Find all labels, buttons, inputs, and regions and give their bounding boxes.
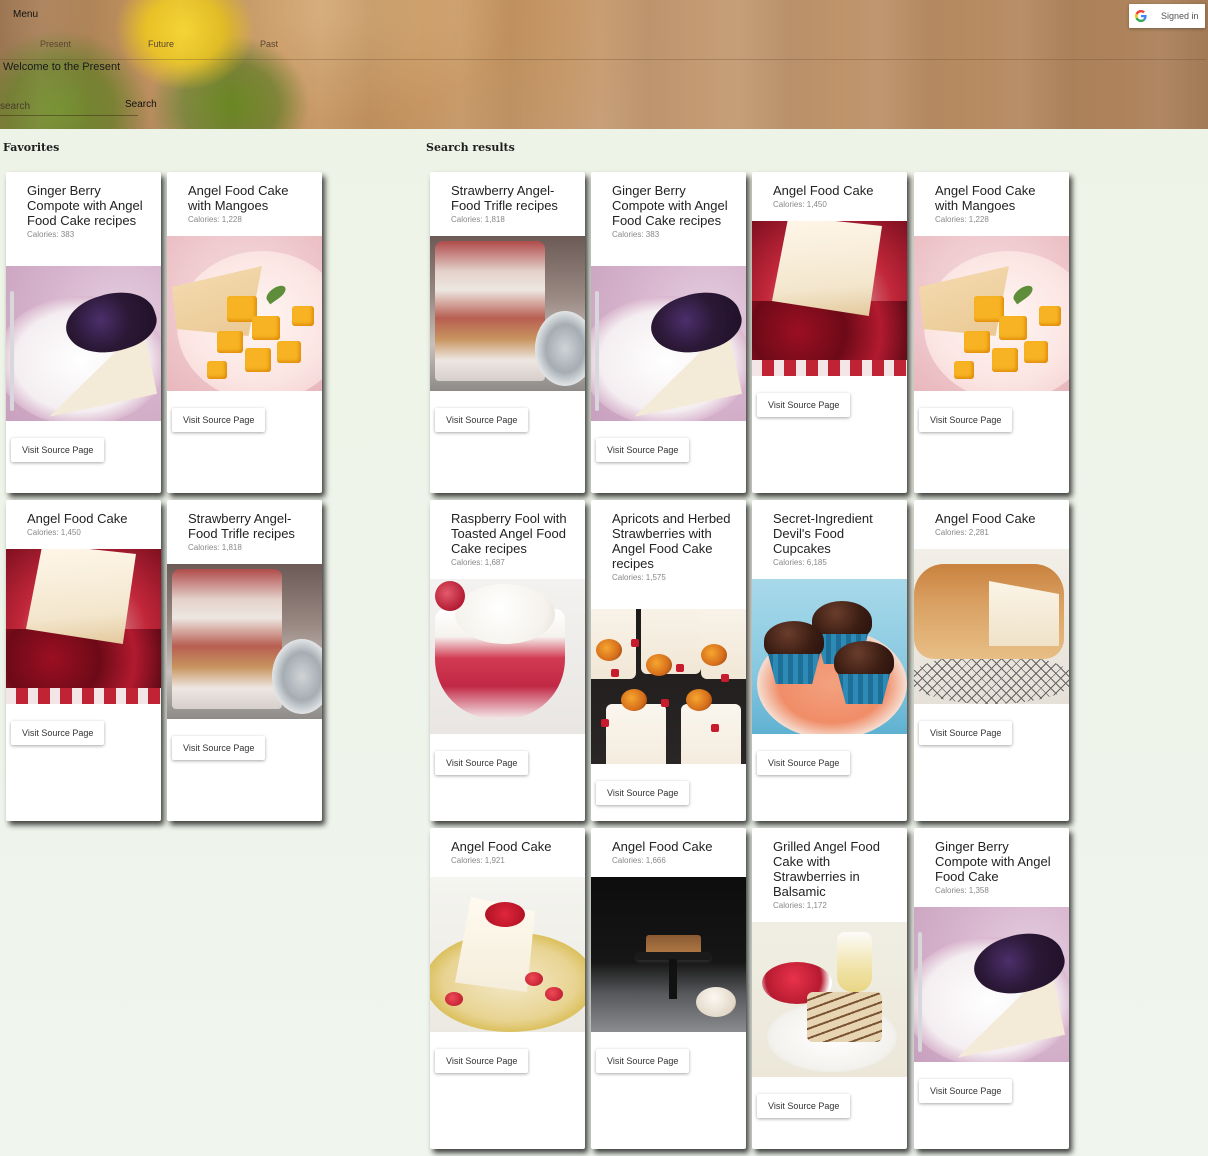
recipe-title: Angel Food Cake with Mangoes xyxy=(935,183,1036,213)
visit-source-button[interactable]: Visit Source Page xyxy=(11,438,105,462)
recipe-calories: Calories: 1,687 xyxy=(451,558,505,567)
visit-source-button[interactable]: Visit Source Page xyxy=(435,1049,529,1073)
recipe-image xyxy=(914,236,1069,391)
recipe-calories: Calories: 1,818 xyxy=(188,543,242,552)
recipe-image xyxy=(914,549,1069,704)
recipe-title: Strawberry Angel-Food Trifle recipes xyxy=(188,511,295,541)
result-card: Angel Food Cake Calories: 2,281 Visit So… xyxy=(914,500,1069,821)
visit-source-button[interactable]: Visit Source Page xyxy=(596,438,690,462)
recipe-calories: Calories: 6,185 xyxy=(773,558,827,567)
result-card: Angel Food Cake with Mangoes Calories: 1… xyxy=(914,172,1069,493)
recipe-title: Angel Food Cake xyxy=(773,183,874,198)
recipe-calories: Calories: 1,575 xyxy=(612,573,666,582)
favorite-card: Angel Food Cake with Mangoes Calories: 1… xyxy=(167,172,322,493)
favorite-card: Angel Food Cake Calories: 1,450 Visit So… xyxy=(6,500,161,821)
recipe-calories: Calories: 1,228 xyxy=(188,215,242,224)
google-icon xyxy=(1129,4,1153,28)
recipe-image xyxy=(6,549,161,704)
visit-source-button[interactable]: Visit Source Page xyxy=(596,1049,690,1073)
recipe-calories: Calories: 1,450 xyxy=(27,528,81,537)
recipe-title: Secret-Ingredient Devil's Food Cupcakes xyxy=(773,511,873,556)
tab-future[interactable]: Future xyxy=(148,39,174,49)
recipe-image xyxy=(752,922,907,1077)
recipe-image xyxy=(167,564,322,719)
recipe-image xyxy=(430,877,585,1032)
recipe-title: Ginger Berry Compote with Angel Food Cak… xyxy=(27,183,143,228)
result-card: Angel Food Cake Calories: 1,666 Visit So… xyxy=(591,828,746,1149)
search-button[interactable]: Search xyxy=(125,99,157,110)
recipe-calories: Calories: 383 xyxy=(27,230,75,239)
favorite-card: Ginger Berry Compote with Angel Food Cak… xyxy=(6,172,161,493)
search-bar: Search xyxy=(0,98,160,116)
visit-source-button[interactable]: Visit Source Page xyxy=(596,781,690,805)
tab-present[interactable]: Present xyxy=(40,39,71,49)
result-card: Ginger Berry Compote with Angel Food Cak… xyxy=(591,172,746,493)
visit-source-button[interactable]: Visit Source Page xyxy=(919,408,1013,432)
recipe-image xyxy=(167,236,322,391)
recipe-image xyxy=(752,579,907,734)
recipe-image xyxy=(591,877,746,1032)
favorites-title: Favorites xyxy=(3,141,60,154)
recipe-title: Angel Food Cake with Mangoes xyxy=(188,183,289,213)
visit-source-button[interactable]: Visit Source Page xyxy=(919,721,1013,745)
visit-source-button[interactable]: Visit Source Page xyxy=(757,751,851,775)
recipe-title: Angel Food Cake xyxy=(27,511,128,526)
menu-button[interactable]: Menu xyxy=(13,9,38,20)
google-signin-button[interactable]: Signed in xyxy=(1129,4,1205,28)
recipe-image xyxy=(430,579,585,734)
recipe-title: Apricots and Herbed Strawberries with An… xyxy=(612,511,731,571)
recipe-calories: Calories: 1,818 xyxy=(451,215,505,224)
recipe-title: Ginger Berry Compote with Angel Food Cak… xyxy=(935,839,1051,884)
result-card: Angel Food Cake Calories: 1,921 Visit So… xyxy=(430,828,585,1149)
recipe-calories: Calories: 1,228 xyxy=(935,215,989,224)
result-card: Apricots and Herbed Strawberries with An… xyxy=(591,500,746,821)
result-card: Strawberry Angel-Food Trifle recipes Cal… xyxy=(430,172,585,493)
recipe-image xyxy=(591,266,746,421)
recipe-title: Ginger Berry Compote with Angel Food Cak… xyxy=(612,183,728,228)
recipe-title: Strawberry Angel-Food Trifle recipes xyxy=(451,183,558,213)
result-card: Secret-Ingredient Devil's Food Cupcakes … xyxy=(752,500,907,821)
recipe-image xyxy=(6,266,161,421)
visit-source-button[interactable]: Visit Source Page xyxy=(11,721,105,745)
recipe-image xyxy=(914,907,1069,1062)
welcome-text: Welcome to the Present xyxy=(3,61,121,73)
header-banner xyxy=(0,0,1208,129)
recipe-image xyxy=(591,609,746,764)
recipe-calories: Calories: 1,666 xyxy=(612,856,666,865)
result-card: Grilled Angel Food Cake with Strawberrie… xyxy=(752,828,907,1149)
recipe-image xyxy=(752,221,907,376)
visit-source-button[interactable]: Visit Source Page xyxy=(919,1079,1013,1103)
visit-source-button[interactable]: Visit Source Page xyxy=(435,408,529,432)
result-card: Raspberry Fool with Toasted Angel Food C… xyxy=(430,500,585,821)
visit-source-button[interactable]: Visit Source Page xyxy=(435,751,529,775)
recipe-calories: Calories: 1,921 xyxy=(451,856,505,865)
search-input[interactable] xyxy=(0,98,138,116)
recipe-title: Grilled Angel Food Cake with Strawberrie… xyxy=(773,839,880,899)
visit-source-button[interactable]: Visit Source Page xyxy=(757,1094,851,1118)
recipe-title: Angel Food Cake xyxy=(612,839,713,854)
visit-source-button[interactable]: Visit Source Page xyxy=(172,408,266,432)
recipe-title: Angel Food Cake xyxy=(451,839,552,854)
result-card: Angel Food Cake Calories: 1,450 Visit So… xyxy=(752,172,907,493)
recipe-title: Angel Food Cake xyxy=(935,511,1036,526)
recipe-calories: Calories: 1,172 xyxy=(773,901,827,910)
recipe-image xyxy=(430,236,585,391)
recipe-calories: Calories: 1,358 xyxy=(935,886,989,895)
visit-source-button[interactable]: Visit Source Page xyxy=(172,736,266,760)
favorite-card: Strawberry Angel-Food Trifle recipes Cal… xyxy=(167,500,322,821)
tab-past[interactable]: Past xyxy=(260,39,278,49)
recipe-calories: Calories: 1,450 xyxy=(773,200,827,209)
recipe-calories: Calories: 2,281 xyxy=(935,528,989,537)
search-results-title: Search results xyxy=(426,141,515,154)
recipe-title: Raspberry Fool with Toasted Angel Food C… xyxy=(451,511,567,556)
nav-tabs: Present Future Past xyxy=(0,37,1206,60)
result-card: Ginger Berry Compote with Angel Food Cak… xyxy=(914,828,1069,1149)
recipe-calories: Calories: 383 xyxy=(612,230,660,239)
visit-source-button[interactable]: Visit Source Page xyxy=(757,393,851,417)
signin-label: Signed in xyxy=(1161,11,1199,21)
